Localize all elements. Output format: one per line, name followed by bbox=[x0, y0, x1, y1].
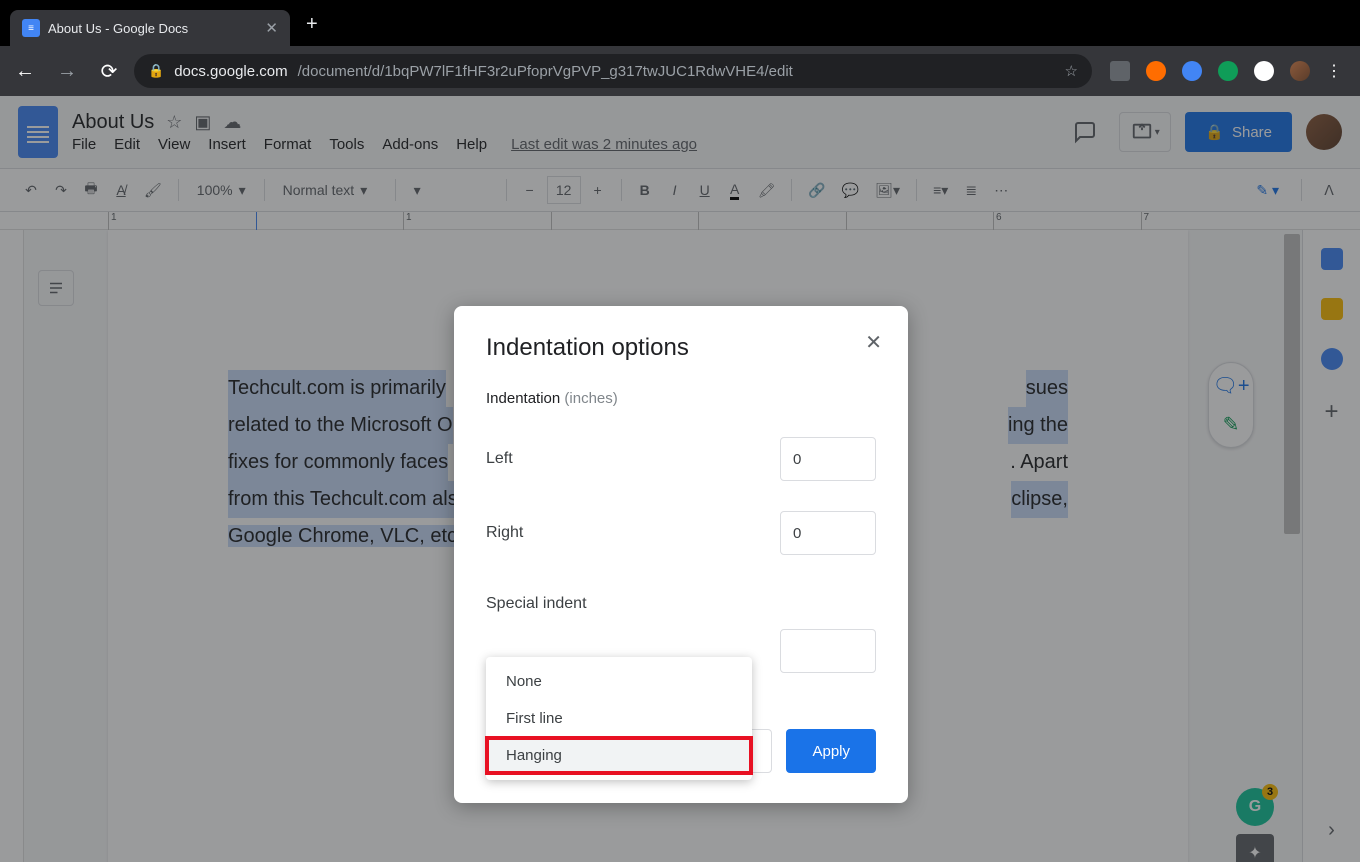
option-none[interactable]: None bbox=[486, 663, 752, 700]
left-indent-input[interactable] bbox=[780, 437, 876, 481]
close-dialog-button[interactable]: ✕ bbox=[865, 330, 882, 355]
tab-strip: ≡ About Us - Google Docs ✕ + bbox=[0, 0, 1360, 46]
apply-button[interactable]: Apply bbox=[786, 729, 876, 773]
extension-icon[interactable] bbox=[1146, 61, 1166, 81]
forward-button[interactable]: → bbox=[50, 54, 84, 88]
extension-icons: ⋮ bbox=[1100, 61, 1352, 81]
extension-icon[interactable] bbox=[1218, 61, 1238, 81]
lock-icon: 🔒 bbox=[148, 63, 164, 79]
url-host: docs.google.com bbox=[174, 63, 287, 80]
right-indent-label: Right bbox=[486, 524, 523, 542]
url-input[interactable]: 🔒 docs.google.com/document/d/1bqPW7lF1fH… bbox=[134, 54, 1092, 88]
extension-icon[interactable] bbox=[1182, 61, 1202, 81]
bookmark-star-icon[interactable]: ☆ bbox=[1065, 62, 1078, 80]
tab-title: About Us - Google Docs bbox=[48, 21, 188, 36]
left-indent-row: Left bbox=[486, 437, 876, 481]
browser-tab[interactable]: ≡ About Us - Google Docs ✕ bbox=[10, 10, 290, 46]
url-path: /document/d/1bqPW7lF1fHF3r2uPfoprVgPVP_g… bbox=[298, 63, 793, 80]
dialog-title: Indentation options bbox=[486, 334, 876, 362]
profile-avatar-icon[interactable] bbox=[1290, 61, 1310, 81]
new-tab-button[interactable]: + bbox=[306, 13, 318, 36]
option-first-line[interactable]: First line bbox=[486, 700, 752, 737]
browser-window: ⌄ ― ☐ ✕ ≡ About Us - Google Docs ✕ + ← →… bbox=[0, 0, 1360, 862]
address-bar: ← → ⟳ 🔒 docs.google.com/document/d/1bqPW… bbox=[0, 46, 1360, 96]
special-indent-label: Special indent bbox=[486, 595, 876, 613]
extension-icon[interactable] bbox=[1110, 61, 1130, 81]
right-indent-input[interactable] bbox=[780, 511, 876, 555]
back-button[interactable]: ← bbox=[8, 54, 42, 88]
left-indent-label: Left bbox=[486, 450, 513, 468]
docs-favicon-icon: ≡ bbox=[22, 19, 40, 37]
chrome-menu-icon[interactable]: ⋮ bbox=[1326, 61, 1342, 81]
special-indent-menu: None First line Hanging bbox=[486, 657, 752, 780]
indentation-section-label: Indentation (inches) bbox=[486, 390, 876, 407]
special-indent-value-input[interactable] bbox=[780, 629, 876, 673]
google-docs-app: About Us ☆ ▣ ☁ File Edit View Insert For… bbox=[0, 96, 1360, 862]
right-indent-row: Right bbox=[486, 511, 876, 555]
reload-button[interactable]: ⟳ bbox=[92, 54, 126, 88]
option-hanging[interactable]: Hanging bbox=[486, 737, 752, 774]
close-tab-icon[interactable]: ✕ bbox=[265, 19, 278, 37]
extensions-puzzle-icon[interactable] bbox=[1254, 61, 1274, 81]
